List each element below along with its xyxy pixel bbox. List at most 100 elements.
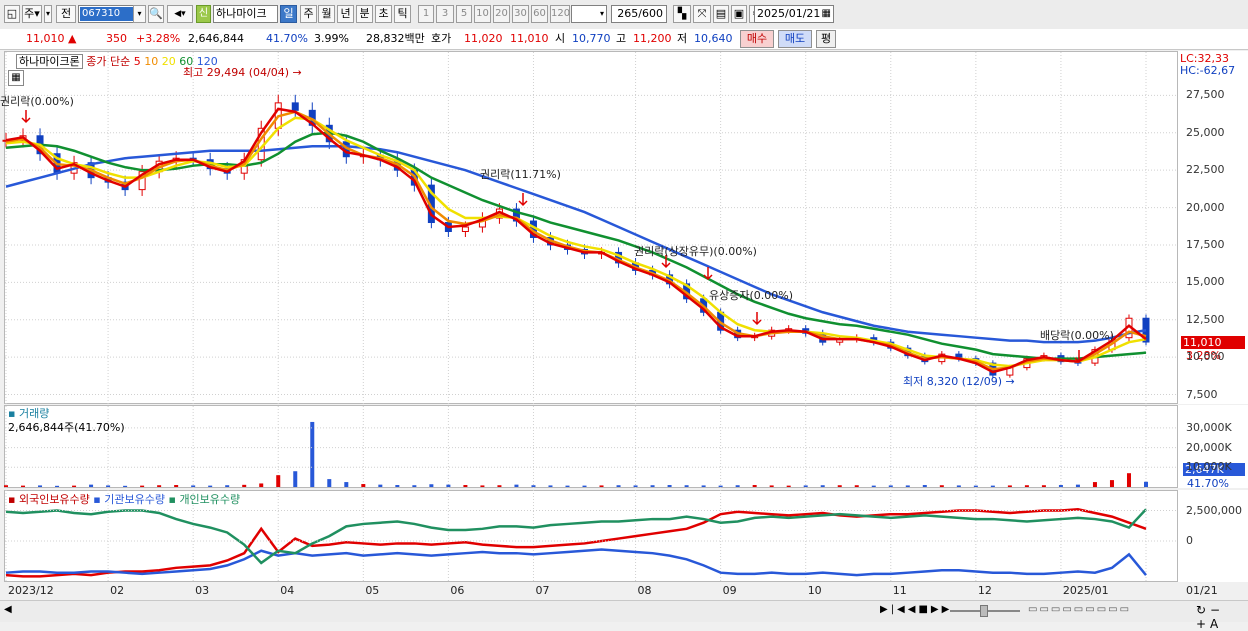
volume-bar	[208, 485, 213, 487]
volume-bar	[922, 485, 927, 487]
volume-bar	[514, 484, 519, 487]
volume-tick-label: 20,000K	[1186, 440, 1232, 454]
playback-controls[interactable]: ▶|◀◀■▶▶	[880, 604, 952, 615]
ma-5-line	[5, 107, 1147, 374]
ma-10-line	[5, 110, 1147, 371]
x-tick-label: 02	[110, 584, 125, 597]
x-tick-label: 05	[365, 584, 380, 597]
volume-bar	[123, 485, 128, 487]
holdings-legend: ▪ 외국인보유수량 ▪ 기관보유수량 ▪ 개인보유수량	[8, 491, 240, 507]
price-tick-label: 27,500	[1186, 88, 1225, 102]
x-tick-label: 2023/12	[8, 584, 54, 597]
volume-bar	[446, 484, 451, 487]
volume-bar	[905, 485, 910, 487]
price-tick-label: 25,000	[1186, 125, 1225, 139]
ma-legend-20: 20	[161, 55, 180, 68]
volume-bar	[157, 485, 162, 487]
event-arrow	[518, 193, 528, 207]
x-tick-label: 07	[535, 584, 550, 597]
view-tools[interactable]: ▭▭▭▭▭▭▭▭▭	[1028, 604, 1131, 615]
x-tick-label: 09	[722, 584, 737, 597]
volume-bar	[242, 484, 247, 487]
volume-tick-label: 10,000K	[1186, 460, 1232, 474]
price-tick-label: 12,500	[1186, 312, 1225, 326]
bottom-toolbar: ◀ ▶|◀◀■▶▶ ▭▭▭▭▭▭▭▭▭ ↻−+A	[0, 600, 1248, 631]
holdings-tick-label: 0	[1186, 534, 1193, 547]
volume-bar	[837, 485, 842, 487]
volume-bar	[310, 421, 315, 487]
volume-bar	[21, 485, 26, 487]
volume-bar	[463, 485, 468, 487]
price-tick-label: 15,000	[1186, 275, 1225, 289]
volume-bar	[718, 485, 723, 487]
volume-current: 2,646,844주(41.70%)	[8, 421, 125, 434]
volume-bar	[633, 485, 638, 487]
volume-bar	[327, 479, 332, 487]
event-arrow	[1074, 350, 1084, 364]
x-tick-label: 2025/01	[1062, 584, 1109, 597]
event-annotation: 최저 8,320 (12/09) →	[903, 375, 1015, 388]
current-price-tag: 11,010	[1181, 336, 1245, 349]
volume-bar	[701, 485, 706, 487]
zoom-controls[interactable]: ↻−+A	[1196, 603, 1248, 631]
volume-bar	[225, 485, 230, 487]
price-tick-label: 10,000	[1186, 350, 1225, 364]
volume-bar	[1109, 480, 1114, 487]
event-annotation: 최고 29,494 (04/04) →	[183, 66, 302, 79]
volume-bar	[55, 485, 60, 487]
price-tick-label: 20,000	[1186, 200, 1225, 214]
volume-bar	[1144, 481, 1148, 487]
x-tick-label: 01/21	[1186, 584, 1218, 597]
volume-bar	[786, 485, 791, 487]
volume-bar	[1126, 473, 1131, 487]
volume-bar	[395, 485, 400, 487]
volume-bar	[1007, 485, 1012, 487]
volume-bar	[888, 485, 893, 487]
x-tick-label: 10	[807, 584, 822, 597]
volume-bar	[4, 485, 8, 487]
legend-indiv: ▪ 개인보유수량	[168, 493, 241, 506]
volume-bar	[140, 485, 145, 487]
legend-inst: ▪ 기관보유수량	[93, 493, 165, 506]
candle-body	[461, 226, 469, 232]
volume-pct-tag: 41.70%	[1187, 477, 1229, 490]
volume-bar	[599, 485, 604, 487]
volume-bar	[344, 482, 349, 487]
grid-toggle-icon[interactable]: ▦	[8, 70, 24, 86]
x-tick-label: 04	[280, 584, 295, 597]
volume-bar	[939, 485, 944, 487]
volume-bar	[667, 485, 672, 487]
volume-bar	[361, 484, 366, 487]
volume-bar	[293, 471, 298, 487]
price-tick-label: 7,500	[1186, 387, 1218, 401]
holdings-tick-label: 2,500,000	[1186, 503, 1242, 517]
event-annotation: 배당락(0.00%)	[1040, 329, 1114, 342]
x-tick-label: 11	[892, 584, 907, 597]
volume-bar	[276, 475, 281, 487]
ma-legend-label: 종가 단순	[86, 55, 131, 68]
price-tick-label: 22,500	[1186, 163, 1225, 177]
legend-foreign: ▪ 외국인보유수량	[8, 493, 90, 506]
price-tick-label: 17,500	[1186, 237, 1225, 251]
zoom-slider-handle[interactable]	[980, 605, 988, 617]
scroll-left-icon[interactable]: ◀	[4, 604, 12, 615]
event-annotation: 권리락(11.71%)	[480, 168, 561, 181]
volume-bar	[735, 485, 740, 487]
volume-bar	[1024, 485, 1029, 487]
volume-bar	[497, 485, 502, 487]
volume-bar	[531, 485, 536, 487]
x-tick-label: 12	[977, 584, 992, 597]
volume-bar	[259, 483, 264, 487]
volume-bar	[616, 485, 621, 487]
x-tick-label: 03	[195, 584, 210, 597]
volume-bar	[378, 484, 383, 487]
volume-bar	[752, 485, 757, 487]
hc-label: HC:-62,67	[1180, 64, 1236, 77]
volume-bar	[684, 485, 689, 487]
volume-bar	[412, 485, 417, 487]
volume-bar	[106, 485, 111, 487]
volume-bar	[548, 485, 553, 487]
volume-bar	[429, 484, 434, 487]
volume-bar	[174, 485, 179, 487]
x-tick-label: 08	[637, 584, 652, 597]
